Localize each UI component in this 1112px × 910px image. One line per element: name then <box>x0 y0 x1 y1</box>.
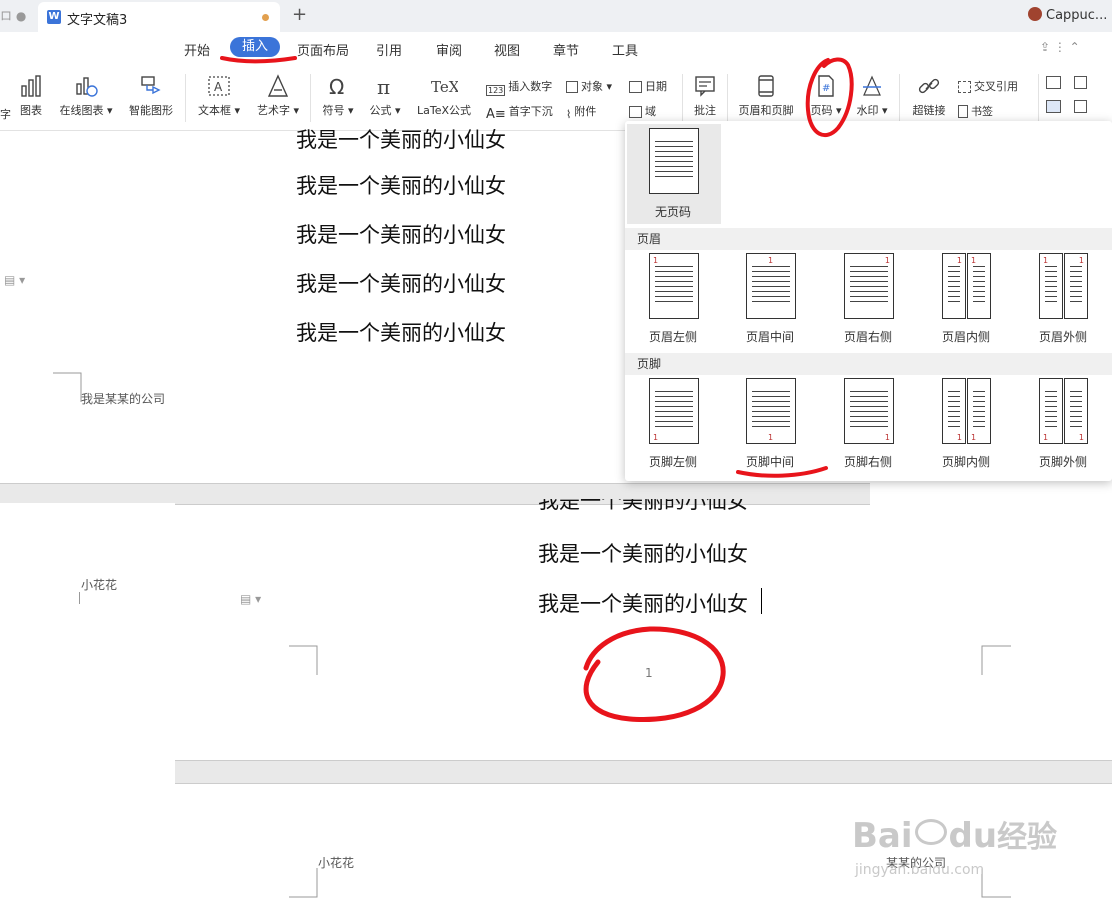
annotation-layer <box>220 56 854 723</box>
baidu-watermark: Bai du经验 <box>852 816 1058 856</box>
paw-icon <box>914 819 947 845</box>
baidu-watermark-url: jingyan.baidu.com <box>855 862 985 878</box>
underline-annotation <box>220 56 297 64</box>
circle-annotation <box>805 57 854 138</box>
circle-annotation <box>583 626 726 723</box>
underline-annotation <box>736 466 828 478</box>
